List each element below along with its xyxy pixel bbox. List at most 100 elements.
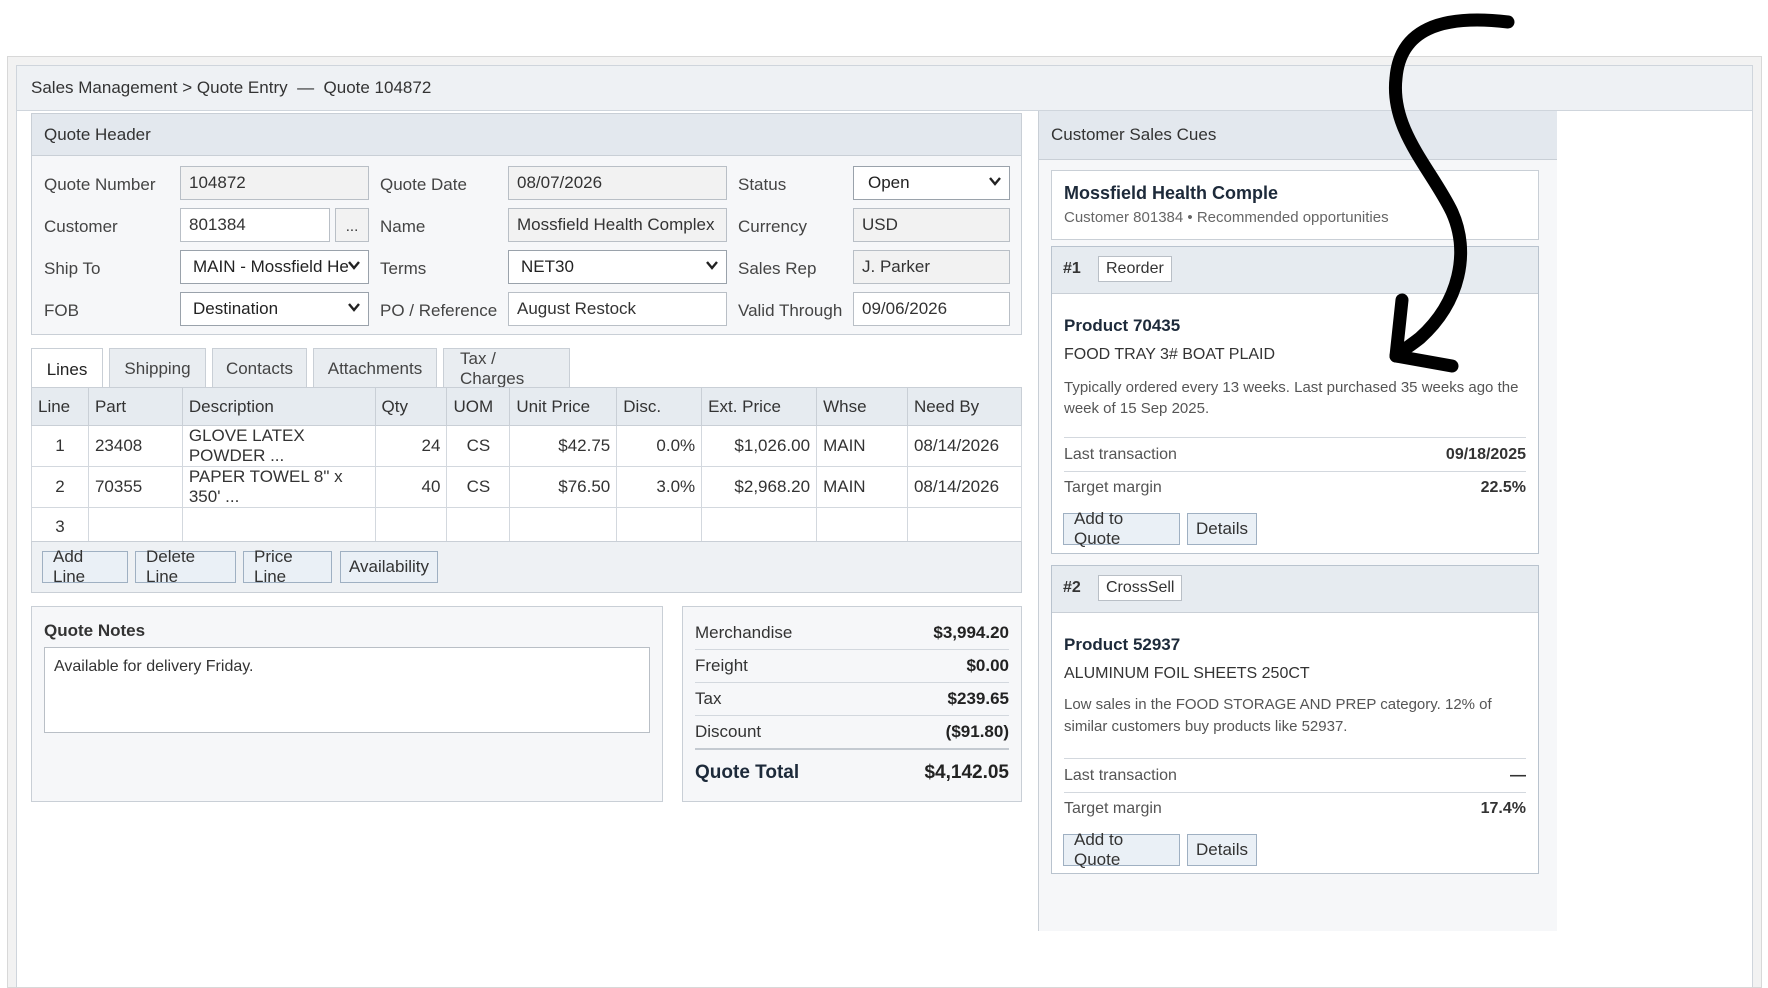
details-button[interactable]: Details [1187,834,1257,866]
quote-header-title: Quote Header [32,114,1021,156]
discount-label: Discount [695,722,762,741]
add-to-quote-button[interactable]: Add to Quote [1063,830,1180,869]
app-window: Sales Management > Quote Entry — Quote 1… [7,56,1762,988]
ship-to-select[interactable]: MAIN - Mossfield He [180,250,369,284]
cell-uom[interactable]: CS [446,466,511,508]
cell-line[interactable]: 3 [31,507,89,546]
details-button[interactable]: Details [1187,513,1257,545]
col-qty[interactable]: Qty [374,387,448,426]
cell-disc[interactable]: 0.0% [616,425,703,467]
cell-description[interactable]: GLOVE LATEX POWDER ... [181,425,376,467]
col-whse[interactable]: Whse [816,387,908,426]
col-part[interactable]: Part [87,387,183,426]
customer-lookup-button[interactable]: ... [335,208,369,242]
fob-select[interactable]: Destination [180,292,369,326]
cell-part[interactable] [87,507,183,546]
cue-reason: Low sales in the FOOD STORAGE AND PREP c… [1064,696,1492,735]
cue-customer-name: Mossfield Health Comple [1064,183,1279,203]
cell-ext-price[interactable] [701,507,818,546]
status-select[interactable]: Open [853,166,1010,200]
breadcrumb: Sales Management > Quote Entry — Quote 1… [16,65,1753,111]
table-row[interactable]: 3 [31,507,1023,546]
availability-button[interactable]: Availability [340,551,438,583]
cell-part[interactable]: 23408 [87,425,183,467]
breadcrumb-dash: — [297,78,315,97]
chevron-down-icon [348,261,360,270]
cell-unit-price[interactable] [509,507,618,546]
cell-need-by[interactable]: 08/14/2026 [906,466,1023,508]
table-row[interactable]: 1 23408 GLOVE LATEX POWDER ... 24 CS $42… [31,425,1023,467]
cell-unit-price[interactable]: $42.75 [509,425,618,467]
add-to-quote-button[interactable]: Add to Quote [1063,509,1180,548]
freight-label: Freight [695,656,748,675]
cell-disc[interactable] [616,507,703,546]
sales-cues-title: Customer Sales Cues [1039,111,1557,160]
tab-lines[interactable]: Lines [31,348,103,390]
add-line-button[interactable]: Add Line [42,547,128,586]
merchandise-label: Merchandise [695,623,793,642]
cell-line[interactable]: 2 [31,466,89,508]
tab-contacts[interactable]: Contacts [212,348,307,388]
cell-whse[interactable]: MAIN [816,425,908,467]
col-need-by[interactable]: Need By [906,387,1023,426]
cue-product[interactable]: Product 52937 [1064,635,1180,655]
cell-need-by[interactable] [906,507,1023,546]
cue-product[interactable]: Product 70435 [1064,316,1180,336]
lines-header-row: Line Part Description Qty UOM Unit Price… [31,387,1023,426]
col-unit-price[interactable]: Unit Price [509,387,618,426]
total-row-discount: Discount ($91.80) [695,716,1009,750]
cell-whse[interactable]: MAIN [816,466,908,508]
col-uom[interactable]: UOM [446,387,511,426]
status-value: Open [868,173,910,192]
cell-uom[interactable]: CS [446,425,511,467]
cue-last-transaction: Last transaction — [1064,760,1526,793]
po-field[interactable]: August Restock [508,292,727,326]
cue-type-badge: CrossSell [1098,575,1183,601]
target-margin-value: 17.4% [1480,800,1526,817]
cell-description[interactable] [181,507,376,546]
terms-select[interactable]: NET30 [508,250,727,284]
cell-need-by[interactable]: 08/14/2026 [906,425,1023,467]
cell-line[interactable]: 1 [31,425,89,467]
cue-rank: #2 [1063,579,1081,596]
target-margin-label: Target margin [1064,800,1162,817]
cell-uom[interactable] [446,507,511,546]
valid-through-field[interactable]: 09/06/2026 [853,292,1010,326]
col-line[interactable]: Line [31,387,89,426]
cell-qty[interactable] [374,507,448,546]
cell-qty[interactable]: 24 [374,425,448,467]
breadcrumb-root[interactable]: Sales Management [31,78,177,98]
price-line-button[interactable]: Price Line [243,547,332,586]
col-disc[interactable]: Disc. [616,387,703,426]
cue-last-transaction: Last transaction 09/18/2025 [1064,439,1526,472]
last-transaction-label: Last transaction [1064,446,1177,463]
sales-rep-field: J. Parker [853,250,1010,284]
delete-line-button[interactable]: Delete Line [135,547,236,586]
tab-attachments[interactable]: Attachments [313,348,437,388]
cue-divider [1064,437,1526,438]
cell-unit-price[interactable]: $76.50 [509,466,618,508]
quote-notes-textarea[interactable]: Available for delivery Friday. [44,647,650,733]
col-description[interactable]: Description [181,387,376,426]
tab-tax-charges[interactable]: Tax / Charges [443,348,570,388]
terms-label: Terms [380,259,427,278]
cell-qty[interactable]: 40 [374,466,448,508]
breadcrumb-page[interactable]: Quote Entry [197,78,288,98]
col-ext-price[interactable]: Ext. Price [701,387,818,426]
cue-customer-subtitle: Customer 801384 • Recommended opportunit… [1064,209,1389,226]
table-row[interactable]: 2 70355 PAPER TOWEL 8" x 350' ... 40 CS … [31,466,1023,508]
po-label: PO / Reference [380,301,498,320]
cell-part[interactable]: 70355 [87,466,183,508]
lines-table: Line Part Description Qty UOM Unit Price… [31,387,1023,546]
cell-ext-price[interactable]: $2,968.20 [701,466,818,508]
customer-field[interactable]: 801384 [180,208,330,242]
tab-shipping[interactable]: Shipping [109,348,206,388]
cell-ext-price[interactable]: $1,026.00 [701,425,818,467]
cue-product-desc: FOOD TRAY 3# BOAT PLAID [1064,346,1276,363]
valid-through-label: Valid Through [738,301,843,320]
cue-reason: Typically ordered every 13 weeks. Last p… [1064,379,1519,417]
cell-disc[interactable]: 3.0% [616,466,703,508]
cell-whse[interactable] [816,507,908,546]
name-label: Name [380,217,426,236]
cell-description[interactable]: PAPER TOWEL 8" x 350' ... [181,466,376,508]
